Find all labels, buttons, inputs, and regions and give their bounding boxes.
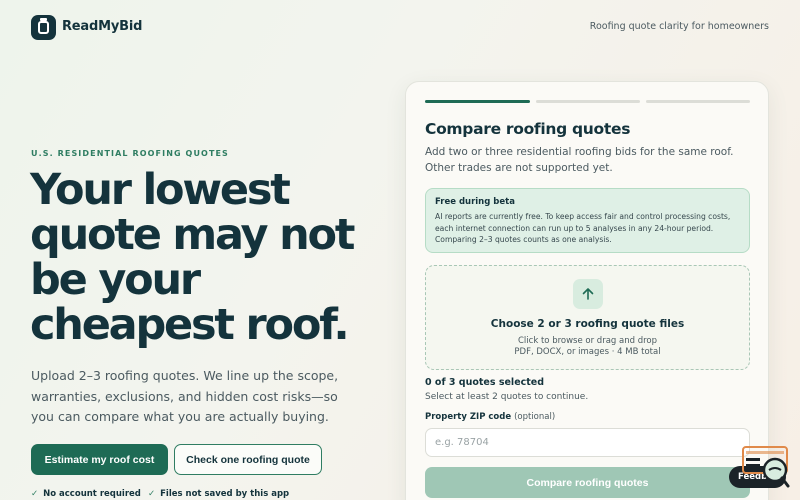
headline-line: cheapest roof. [30, 300, 350, 350]
note-text: Files not saved by this app [160, 489, 290, 499]
arrow-up-icon [573, 279, 603, 309]
check-one-quote-button[interactable]: Check one roofing quote [174, 444, 322, 475]
logo-inner-shape [38, 21, 49, 34]
estimate-roof-cost-button[interactable]: Estimate my roof cost [31, 444, 168, 475]
headline-line: be your [30, 255, 201, 305]
header-tagline: Roofing quote clarity for homeowners [589, 21, 769, 32]
hero-subcopy: Upload 2–3 roofing quotes. We line up th… [31, 368, 339, 424]
headline-line: quote may not [30, 210, 355, 260]
no-account-note: ✓ No account required [31, 489, 141, 499]
zip-code-input[interactable] [425, 428, 750, 457]
note-text: No account required [43, 489, 141, 499]
dropzone-formats: PDF, DOCX, or images · 4 MB total [514, 347, 661, 357]
selected-hint: Select at least 2 quotes to continue. [425, 392, 589, 402]
zip-optional-text: (optional) [514, 412, 556, 422]
compare-card: Compare roofing quotes Add two or three … [405, 81, 769, 500]
zip-label-text: Property ZIP code [425, 412, 512, 422]
beta-text: AI reports are currently free. To keep a… [435, 212, 731, 244]
compare-quotes-button[interactable]: Compare roofing quotes [425, 467, 750, 498]
files-not-saved-note: ✓ Files not saved by this app [148, 489, 289, 499]
hero-headline: Your lowest quote may not be your cheape… [30, 168, 370, 348]
logo-clip-shape [40, 18, 47, 21]
file-dropzone[interactable]: Choose 2 or 3 roofing quote files Click … [425, 265, 750, 370]
selected-count: 0 of 3 quotes selected [425, 377, 545, 388]
card-description: Add two or three residential roofing bid… [425, 146, 734, 174]
beta-notice: Free during beta AI reports are currentl… [425, 188, 750, 253]
progress-step-1 [425, 100, 530, 103]
brand-name[interactable]: ReadMyBid [62, 19, 142, 34]
progress-step-2 [536, 100, 640, 103]
check-icon: ✓ [148, 489, 156, 499]
beta-title: Free during beta [435, 197, 515, 207]
chat-feedback-icon[interactable] [742, 446, 790, 488]
card-title: Compare roofing quotes [425, 120, 631, 138]
dropzone-title: Choose 2 or 3 roofing quote files [490, 318, 685, 330]
dropzone-hint: Click to browse or drag and drop [518, 336, 657, 346]
logo-document-icon[interactable] [31, 15, 56, 40]
progress-step-3 [646, 100, 750, 103]
hero-eyebrow: U.S. RESIDENTIAL ROOFING QUOTES [31, 149, 229, 158]
site-header: ReadMyBid Roofing quote clarity for home… [31, 15, 769, 41]
zip-label: Property ZIP code (optional) [425, 412, 555, 422]
check-icon: ✓ [31, 489, 39, 499]
headline-line: Your lowest [30, 165, 291, 215]
